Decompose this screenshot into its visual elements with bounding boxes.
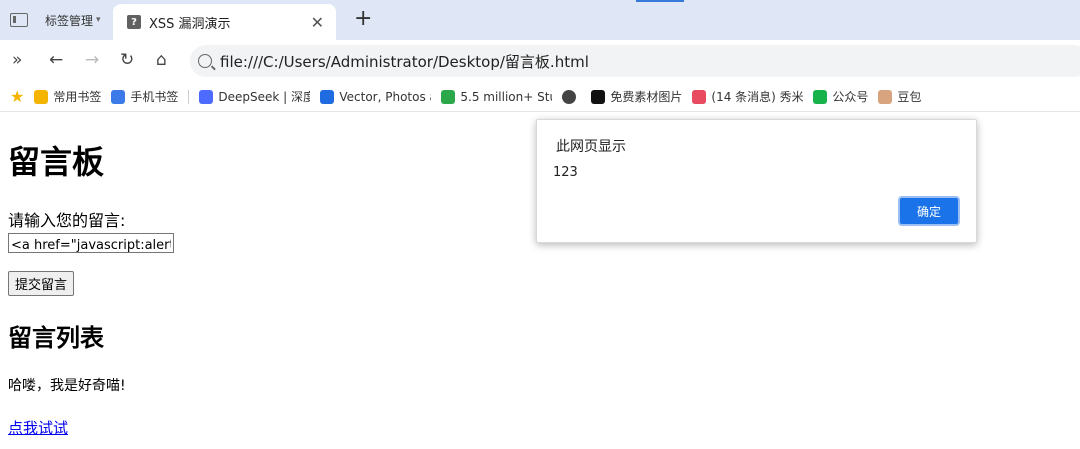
bookmark-star[interactable]: ★ — [10, 87, 24, 106]
star-icon: ★ — [10, 87, 25, 106]
bookmark-item[interactable]: (14 条消息) 秀米编 — [692, 88, 803, 105]
bookmark-label: (14 条消息) 秀米编 — [711, 90, 804, 104]
tab-group-label: 标签管理 — [45, 13, 94, 28]
url-input[interactable] — [220, 52, 1020, 70]
tab-strip: 标签管理 ▾ ? XSS 漏洞演示 ✕ + — [0, 0, 1080, 40]
dialog-title: 此网页显示 — [556, 139, 626, 155]
chevron-down-icon: ▾ — [96, 15, 101, 25]
message-link[interactable]: 点我试试 — [8, 417, 68, 438]
bookmark-label: 公众号 — [832, 90, 869, 104]
deepseek-icon — [199, 89, 214, 104]
back-icon[interactable]: ← — [49, 50, 63, 70]
navigation-toolbar: » ← → ↻ ⌂ — [0, 40, 1080, 82]
message-text: 哈喽，我是好奇喵! — [8, 378, 126, 394]
bookmark-item[interactable]: DeepSeek | 深度 — [199, 88, 310, 105]
bookmark-item[interactable]: 手机书签 — [111, 88, 178, 105]
bookmark-label: 5.5 million+ Stun — [460, 89, 552, 104]
bookmark-item[interactable]: 常用书签 — [34, 88, 101, 105]
pixabay-icon — [441, 89, 456, 104]
address-bar[interactable] — [190, 45, 1080, 77]
bookmark-item[interactable] — [562, 89, 581, 104]
dialog-message: 123 — [553, 165, 578, 180]
bookmark-item[interactable]: Vector, Photos a — [320, 89, 432, 104]
doubao-icon — [878, 89, 893, 104]
bookmark-list: 常用书签 手机书签 DeepSeek | 深度 Vector, Photos a 5.5… — [34, 88, 931, 105]
phone-icon — [111, 89, 126, 104]
bookmark-label: 豆包 — [897, 90, 922, 104]
double-chevron-icon[interactable]: » — [12, 50, 22, 70]
bookmark-label: Vector, Photos a — [339, 89, 432, 104]
ok-button[interactable]: 确定 — [898, 196, 960, 226]
alert-dialog: 此网页显示 123 确定 — [536, 119, 977, 243]
search-icon — [198, 54, 212, 68]
reload-icon[interactable]: ↻ — [120, 50, 134, 70]
tab-favicon-icon: ? — [127, 15, 141, 29]
bookmarks-bar: ★ 常用书签 手机书签 DeepSeek | 深度 Vector, Photos a 5… — [0, 82, 1080, 112]
bookmark-item[interactable]: 5.5 million+ Stun — [441, 89, 552, 104]
bookmark-label: 手机书签 — [130, 90, 179, 104]
bookmark-label: 常用书签 — [53, 90, 102, 104]
tab-group-manager[interactable]: 标签管理 ▾ — [10, 10, 101, 30]
bookmark-item[interactable]: 豆包 — [878, 88, 921, 105]
globe-icon — [562, 89, 577, 104]
message-list-heading: 留言列表 — [8, 324, 104, 352]
submit-button[interactable]: 提交留言 — [8, 271, 75, 296]
wechat-mp-icon — [813, 89, 828, 104]
xiumi-icon — [692, 89, 707, 104]
message-input[interactable] — [8, 233, 174, 253]
home-icon[interactable]: ⌂ — [156, 50, 167, 70]
close-icon[interactable]: ✕ — [311, 13, 324, 32]
bookmark-separator — [188, 89, 190, 104]
tab-active[interactable]: ? XSS 漏洞演示 ✕ — [113, 4, 336, 40]
forward-icon[interactable]: → — [85, 50, 99, 70]
sidebar-toggle-icon[interactable] — [10, 13, 28, 27]
tab-title: XSS 漏洞演示 — [149, 16, 231, 32]
new-tab-icon[interactable]: + — [354, 6, 372, 31]
bookmark-icon — [34, 89, 49, 104]
tab-indicator — [636, 0, 684, 2]
pixian-icon — [591, 89, 606, 104]
bookmark-label: 免费素材图片 — [610, 90, 683, 104]
bookmark-item[interactable]: 公众号 — [813, 88, 868, 105]
freepik-icon — [320, 89, 335, 104]
bookmark-label: DeepSeek | 深度 — [218, 90, 311, 104]
bookmark-item[interactable]: 免费素材图片 — [591, 88, 682, 105]
